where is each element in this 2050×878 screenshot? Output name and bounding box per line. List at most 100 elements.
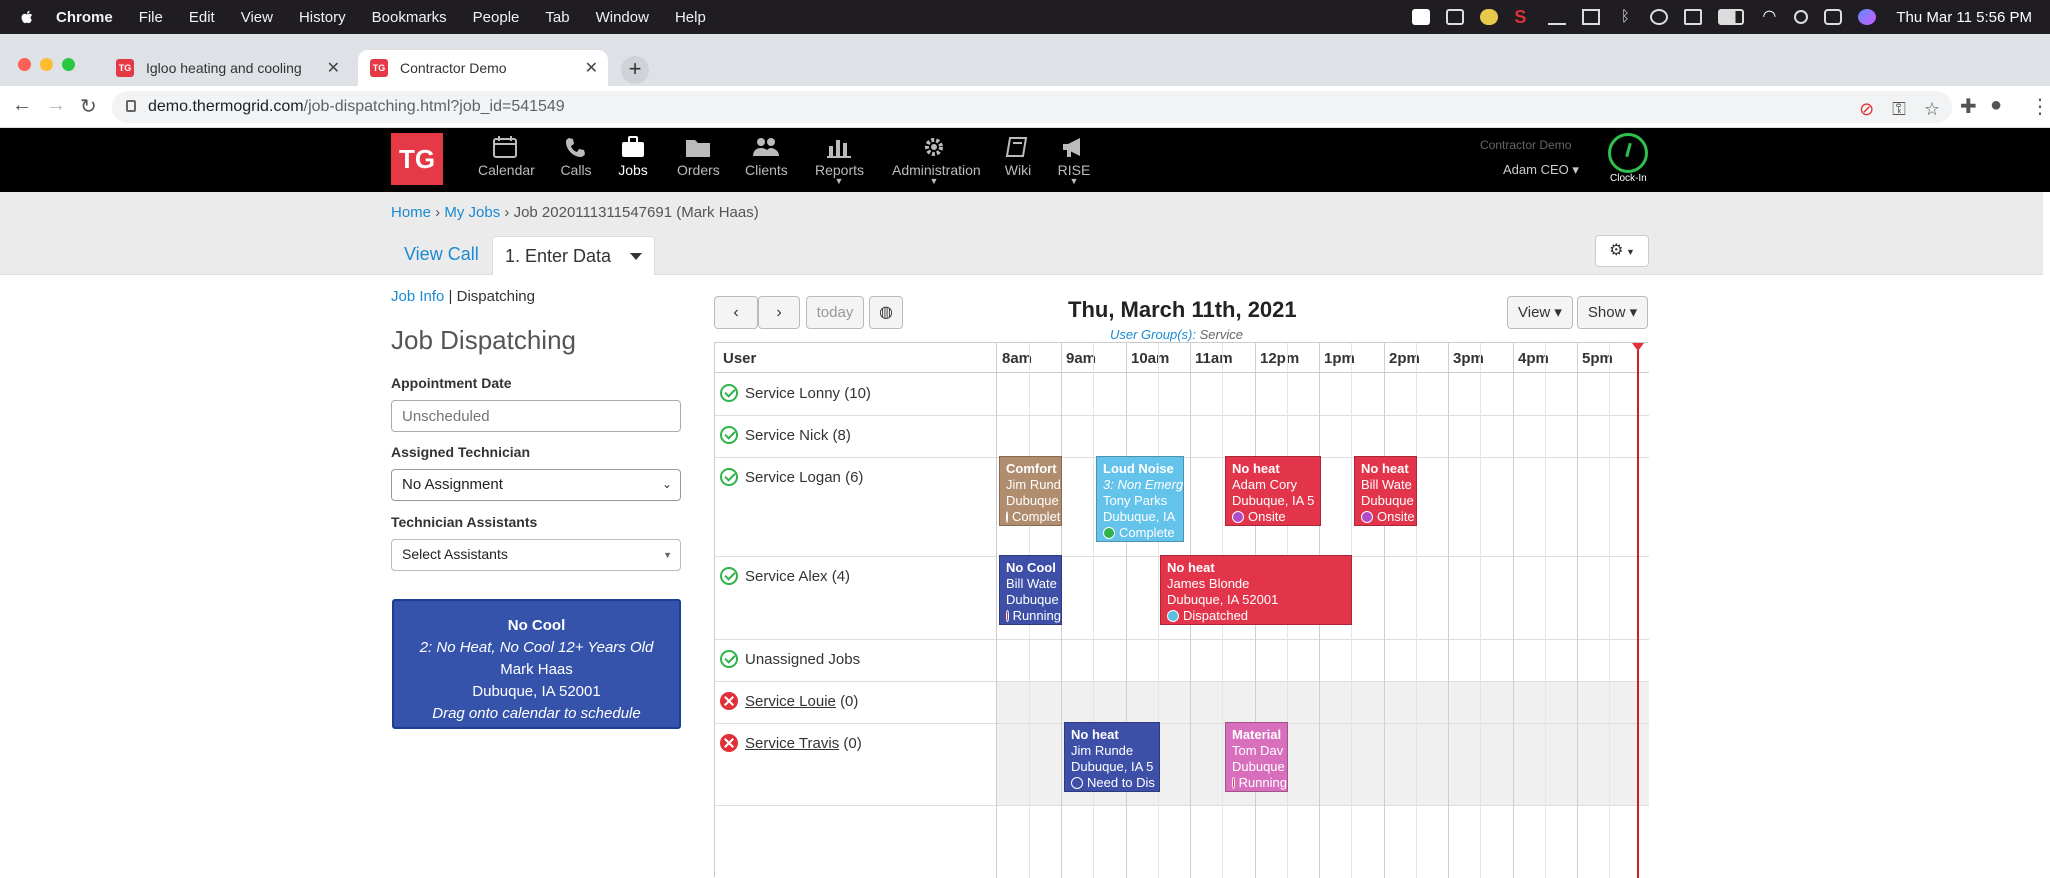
menu-file[interactable]: File [139, 9, 163, 26]
lock-icon[interactable] [126, 100, 136, 112]
reload-icon[interactable]: ↻ [80, 94, 97, 119]
calendar-event[interactable]: Loud Noise 3: Non Emerg Tony Parks Dubuq… [1096, 456, 1184, 542]
tab-close-icon[interactable]: ✕ [327, 58, 340, 78]
menu-tab[interactable]: Tab [545, 9, 569, 26]
clock-in-icon[interactable] [1608, 133, 1648, 173]
assigned-technician-label: Assigned Technician [391, 444, 530, 460]
nav-wiki[interactable]: Wiki [1004, 136, 1032, 178]
calendar-row-lonny[interactable]: Service Lonny (10) [715, 374, 1649, 416]
dispatch-calendar-grid: User 8am 9am 10am 11am 12pm 1pm 2pm 3pm … [714, 342, 1649, 878]
window-minimize-button[interactable] [40, 58, 53, 71]
battery-icon[interactable] [1718, 9, 1745, 25]
camera-icon[interactable] [1412, 9, 1431, 25]
calendar-event[interactable]: Material Tom Dav Dubuque Running [1225, 722, 1288, 792]
nav-rise[interactable]: RISE ▼ [1057, 136, 1091, 186]
apple-icon[interactable] [18, 8, 36, 26]
thermogrid-logo[interactable]: TG [391, 133, 443, 185]
event-status: Need to Dis [1071, 775, 1159, 791]
calendar-row-nick[interactable]: Service Nick (8) [715, 416, 1649, 458]
new-tab-button[interactable]: + [621, 56, 649, 84]
menu-history[interactable]: History [299, 9, 346, 26]
back-arrow-icon[interactable]: ← [12, 94, 32, 117]
calendar-next-button[interactable]: › [758, 296, 800, 329]
network-icon[interactable] [1548, 9, 1567, 25]
nav-reports[interactable]: Reports ▼ [815, 136, 864, 186]
dropdown-caret-icon: ▼ [1069, 176, 1079, 186]
calendar-event[interactable]: Comfort Jim Rund Dubuque Complete [999, 456, 1062, 526]
event-category: 3: Non Emerg [1103, 477, 1184, 492]
calendar-row-louie[interactable]: Service Louie (0) [715, 682, 1649, 724]
view-dropdown-button[interactable]: View ▾ [1507, 296, 1573, 329]
blocked-icon[interactable]: ⊘ [1859, 99, 1874, 120]
menu-app-chrome[interactable]: Chrome [56, 9, 113, 26]
menubar-clock[interactable]: Thu Mar 11 5:56 PM [1896, 9, 2032, 26]
calendar-event[interactable]: No heat James Blonde Dubuque, IA 52001 D… [1160, 555, 1352, 625]
calendar-event[interactable]: No heat Jim Runde Dubuque, IA 5 Need to … [1064, 722, 1160, 792]
spotlight-search-icon[interactable] [1794, 10, 1809, 24]
window-close-button[interactable] [18, 58, 31, 71]
menu-window[interactable]: Window [596, 9, 649, 26]
key-icon[interactable]: ⚿ [1892, 99, 1906, 120]
show-dropdown-button[interactable]: Show ▾ [1577, 296, 1648, 329]
menu-edit[interactable]: Edit [189, 9, 215, 26]
settings-gear-button[interactable]: ⚙ ▼ [1595, 235, 1649, 267]
appointment-date-input[interactable] [391, 400, 681, 432]
cloud-icon[interactable] [1480, 9, 1499, 25]
breadcrumb-home[interactable]: Home [391, 204, 431, 221]
event-client: Tom Dav [1232, 743, 1284, 758]
extensions-puzzle-icon[interactable]: ✚ [1960, 94, 1977, 119]
display-icon[interactable] [1684, 9, 1703, 25]
nav-jobs[interactable]: Jobs [618, 136, 648, 178]
event-status: Complete [1103, 525, 1183, 541]
siri-icon[interactable] [1858, 9, 1877, 25]
calendar-event[interactable]: No Cool Bill Wate Dubuque Running [999, 555, 1062, 625]
forward-arrow-icon[interactable]: → [46, 94, 66, 117]
nav-orders[interactable]: Orders [677, 136, 720, 178]
menu-people[interactable]: People [473, 9, 520, 26]
clock-in-label[interactable]: Clock-In [1610, 173, 1647, 184]
play-icon[interactable] [1650, 9, 1669, 25]
technician-assistants-select[interactable]: Select Assistants ▼ [391, 539, 681, 571]
menu-view[interactable]: View [241, 9, 273, 26]
half-hour-gridline [1609, 343, 1610, 878]
bookmark-star-icon[interactable]: ☆ [1924, 99, 1940, 120]
calendar-globe-button[interactable]: ◍ [869, 296, 903, 329]
nav-calendar[interactable]: Calendar [478, 136, 535, 178]
chrome-menu-icon[interactable]: ⋮ [2030, 94, 2050, 119]
wifi-icon[interactable]: ◠ [1760, 9, 1778, 25]
menu-bookmarks[interactable]: Bookmarks [372, 9, 447, 26]
nav-clients[interactable]: Clients [745, 136, 788, 178]
tab-view-call[interactable]: View Call [404, 244, 479, 265]
calendar-event[interactable]: No heat Bill Wate Dubuque Onsite [1354, 456, 1417, 526]
breadcrumb-my-jobs[interactable]: My Jobs [444, 204, 500, 221]
window-zoom-button[interactable] [62, 58, 75, 71]
messages-icon[interactable] [1446, 9, 1465, 25]
technician-name: Unassigned Jobs [745, 651, 861, 668]
nav-administration[interactable]: Administration ▼ [892, 136, 981, 186]
calendar-row-travis[interactable]: Service Travis (0) [715, 724, 1649, 806]
browser-tab-igloo[interactable]: TG Igloo heating and cooling ✕ [104, 50, 350, 86]
bluetooth-icon[interactable]: ᛒ [1616, 9, 1634, 25]
hour-label: 8am [1002, 350, 1033, 367]
calendar-today-button[interactable]: today [806, 296, 864, 329]
folder-icon [686, 140, 710, 157]
tab-enter-data[interactable]: 1. Enter Data [492, 236, 655, 275]
calendar-event[interactable]: No heat Adam Cory Dubuque, IA 5 Onsite [1225, 456, 1321, 526]
assigned-technician-select[interactable]: No Assignment ⌄ [391, 469, 681, 501]
tab-close-icon[interactable]: ✕ [585, 58, 598, 78]
control-center-icon[interactable] [1824, 9, 1843, 25]
calendar-prev-button[interactable]: ‹ [714, 296, 758, 329]
user-menu[interactable]: Adam CEO ▾ [1503, 162, 1579, 178]
nav-calls[interactable]: Calls [560, 136, 592, 178]
window-icon[interactable] [1582, 9, 1601, 25]
calendar-row-unassigned[interactable]: Unassigned Jobs [715, 640, 1649, 682]
calendar-header-row: User 8am 9am 10am 11am 12pm 1pm 2pm 3pm … [715, 343, 1649, 373]
dropdown-caret-icon[interactable] [630, 253, 642, 260]
menu-help[interactable]: Help [675, 9, 706, 26]
unscheduled-job-card[interactable]: No Cool 2: No Heat, No Cool 12+ Years Ol… [392, 599, 681, 729]
link-job-info[interactable]: Job Info [391, 288, 444, 305]
profile-avatar-icon[interactable]: ● [1990, 94, 2002, 117]
browser-tab-contractor-demo[interactable]: TG Contractor Demo ✕ [358, 50, 608, 86]
address-bar[interactable]: demo.thermogrid.com/job-dispatching.html… [112, 91, 1952, 123]
s-app-icon[interactable]: S [1514, 8, 1532, 26]
